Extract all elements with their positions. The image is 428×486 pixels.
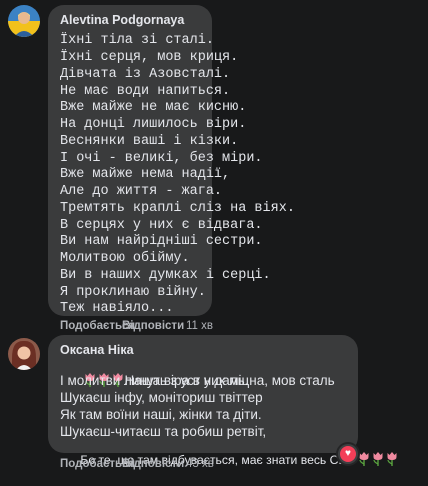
comment-stanza: Вже майже нема надії, Але до життя - жаг… [60, 167, 295, 233]
comment-stanza: Їхні тіла зі сталі. Їхні серця, мов криц… [60, 33, 239, 99]
reply-button[interactable]: Відповісти [122, 458, 184, 470]
tulip-icon [357, 452, 399, 467]
comment-bubble: Alevtina Podgornaya Їхні тіла зі сталі. … [48, 5, 295, 316]
comment-line: Як там воїни наші, жінки та діти. [60, 407, 262, 422]
comment-bubble: Оксана Ніка Наша віра в них міцна, мов с… [48, 335, 397, 467]
avatar-image [8, 338, 40, 370]
comment: Alevtina Podgornaya Їхні тіла зі сталі. … [0, 0, 428, 335]
heart-reaction-icon[interactable]: ♥ [338, 444, 358, 464]
comment-stanza: Вже майже не має кисню. На донці лишилос… [60, 100, 263, 166]
comment-line: І молитви линуть з уст у даль. [60, 373, 249, 388]
heart-icon: ♥ [340, 446, 356, 462]
avatar-image [8, 5, 40, 37]
comment: Оксана Ніка Наша віра в них міцна, мов с… [0, 334, 428, 470]
comment-line: Шукаєш інфу, моніториш твіттер [60, 390, 263, 405]
comment-stanza: Ви нам найрідніші сестри. Молитвою обійм… [60, 234, 271, 300]
comment-stanza: Теж навіяло... [60, 301, 174, 316]
comment-timestamp[interactable]: 43 хв [186, 458, 214, 470]
avatar[interactable] [8, 338, 40, 370]
comment-timestamp[interactable]: 11 хв [186, 320, 213, 332]
comment-author[interactable]: Alevtina Podgornaya [60, 13, 184, 27]
avatar[interactable] [8, 5, 40, 37]
reply-button[interactable]: Відповісти [122, 320, 184, 332]
